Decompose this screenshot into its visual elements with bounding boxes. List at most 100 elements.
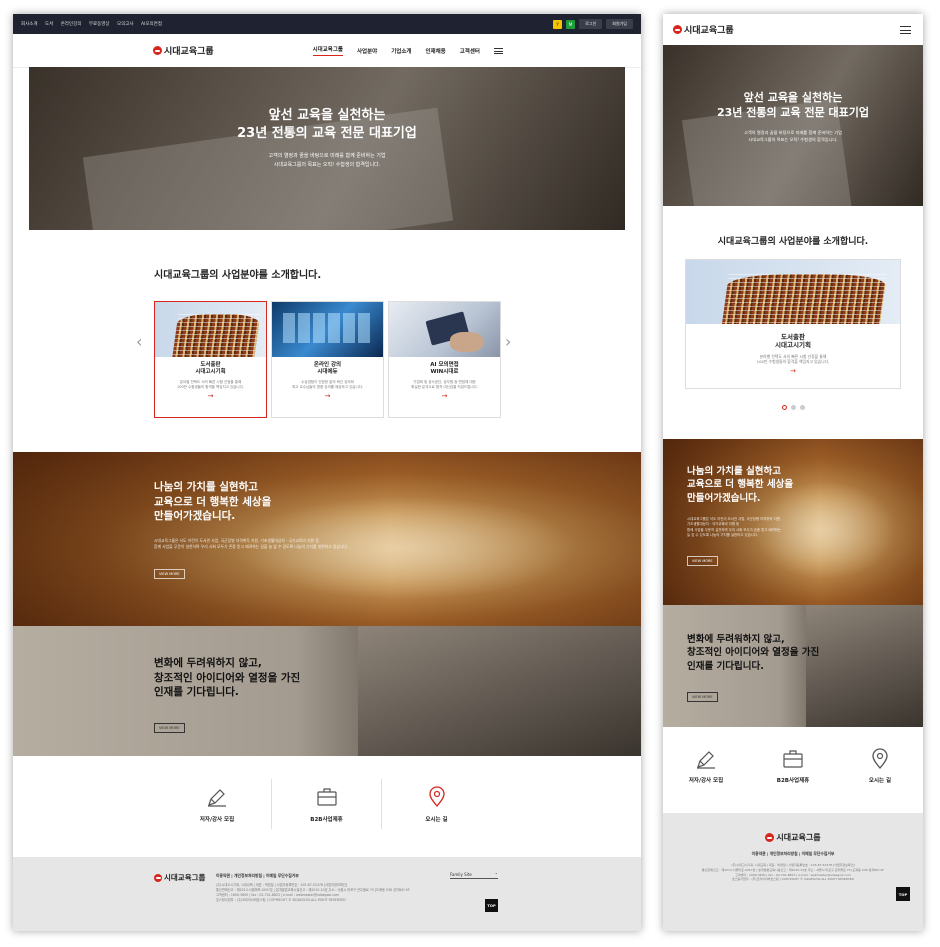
quick-link-label: 오시는 길 [425, 817, 448, 823]
util-link[interactable]: 온라인강의 [61, 22, 82, 27]
sharing-text: 시대교육그룹은 낙도 어린이 도서관 사업, 국군장병 자격취득 지원, 기초생… [154, 538, 349, 550]
card-title: AI 모의면접 [430, 362, 459, 368]
utility-links: 회사소개 도서 온라인강의 무료동영상 모의고사 AI모의면접 [21, 21, 168, 27]
card-desc: 100만 수험생들의 합격을 책임지고 있습니다. [756, 359, 830, 365]
nav-item-group[interactable]: 시대교육그룹 [312, 45, 343, 56]
quick-link-author[interactable]: 저자/강사 모집 [663, 747, 749, 784]
card-subtitle: WIN시대로 [430, 369, 459, 376]
quick-link-author[interactable]: 저자/강사 모집 [163, 779, 272, 829]
footer-info: (주)시대고시기획, 시대교육 | 대표 : 박영일 | 사업자등록번호 : 1… [701, 863, 885, 882]
carousel-dot[interactable] [781, 405, 787, 410]
chevron-up-icon: ⌃ [494, 872, 498, 877]
util-link[interactable]: 무료동영상 [89, 22, 110, 27]
business-section-title: 시대교육그룹의 사업분야를 소개합니다. [154, 270, 322, 281]
logo-text: 시대교육그룹 [164, 47, 214, 57]
header: 시대교육그룹 시대교육그룹 사업분야 기업소개 인재채용 고객센터 [13, 34, 641, 68]
card-title: 도서출판 [200, 362, 221, 368]
business-cards: 도서출판 시대고시기획 분야별 전택도 서의 빠른 시험 선정을 통해 100만 수… [154, 301, 501, 418]
business-section-title: 시대교육그룹의 사업분야를 소개합니다. [717, 237, 869, 247]
util-link[interactable]: 회사소개 [21, 22, 38, 27]
nav-item-business[interactable]: 사업분야 [357, 47, 377, 55]
recruit-section: 변화에 두려워하지 않고, 창조적인 아이디어와 열정을 가진 인재를 기다립니다.… [13, 626, 641, 756]
quick-link-label: B2B사업제휴 [310, 817, 343, 823]
logo-text: 시대교육그룹 [164, 873, 206, 882]
logo[interactable]: 시대교육그룹 [153, 44, 214, 57]
view-more-button[interactable]: VIEW MORE [687, 691, 718, 702]
util-link[interactable]: 도서 [45, 22, 53, 27]
util-link[interactable]: AI모의면접 [141, 22, 162, 27]
quick-link-map[interactable]: 오시는 길 [382, 779, 491, 829]
recruit-heading: 변화에 두려워하지 않고, 창조적인 아이디어와 열정을 가진 인재를 기다립니다. [154, 657, 301, 699]
quick-link-label: 오시는 길 [868, 778, 892, 784]
hero-title: 앞선 교육을 실천하는 23년 전통의 교육 전문 대표기업 [237, 108, 417, 141]
card-desc: 분야별 전택도 서의 빠른 시험 선정을 통해 [179, 380, 242, 385]
arrow-right-icon[interactable]: → [158, 392, 263, 400]
util-link[interactable]: 모의고사 [117, 22, 134, 27]
quick-link-label: 저자/강사 모집 [199, 817, 235, 823]
login-button[interactable]: 로그인 [579, 19, 603, 29]
briefcase-icon [316, 788, 337, 806]
quick-link-label: 저자/강사 모집 [688, 778, 724, 784]
card-desc: 100만 수험생들의 합격을 책임지고 있습니다. [177, 385, 244, 390]
card-desc: 분야별 전택도 서의 빠른 시험 선정을 통해 [759, 353, 827, 359]
business-card[interactable]: 도서출판 시대고시기획 분야별 전택도 서의 빠른 시험 선정을 통해 100만 수… [685, 259, 901, 389]
quick-links: 저자/강사 모집 B2B사업제휴 오시는 길 [163, 779, 491, 829]
carousel-next-arrow-icon[interactable]: › [505, 332, 511, 351]
footer-links[interactable]: 이용약관 | 개인정보처리방침 | 이메일 무단수집거부 [216, 873, 410, 879]
footer-logo[interactable]: 시대교육그룹 [154, 872, 205, 883]
hero-banner: 앞선 교육을 실천하는 23년 전통의 교육 전문 대표기업 고객의 열정과 꿈을… [663, 45, 923, 206]
desktop-preview: 회사소개 도서 온라인강의 무료동영상 모의고사 AI모의면접 Y M 로그인 … [13, 14, 641, 931]
menu-icon[interactable] [494, 47, 503, 54]
pen-icon [208, 789, 226, 807]
view-more-button[interactable]: VIEW MORE [687, 555, 718, 566]
card-title: 온라인 강의 [313, 362, 342, 368]
sharing-heading: 나눔의 가치를 실현하고 교육으로 더 행복한 세상을 만들어가겠습니다. [687, 466, 794, 504]
sharing-section: 나눔의 가치를 실현하고 교육으로 더 행복한 세상을 만들어가겠습니다. 시대교육… [13, 452, 641, 626]
nav-item-support[interactable]: 고객센터 [460, 47, 480, 55]
arrow-right-icon[interactable]: → [689, 367, 897, 375]
quick-link-b2b[interactable]: B2B사업제휴 [272, 779, 382, 829]
sharing-heading: 나눔의 가치를 실현하고 교육으로 더 행복한 세상을 만들어가겠습니다. [154, 481, 272, 523]
menu-icon[interactable] [900, 25, 911, 34]
logo-mark-icon [765, 833, 775, 842]
card-subtitle: 시대고시기획 [775, 341, 811, 350]
logo-mark-icon [154, 873, 162, 882]
nav-item-recruit[interactable]: 인재채용 [426, 47, 446, 55]
card-subtitle: 시대에듀 [317, 369, 338, 376]
family-site-select[interactable]: Family Site ⌃ [450, 872, 498, 879]
family-site-label: Family Site [450, 872, 472, 877]
youtube-button[interactable]: Y [553, 19, 562, 29]
arrow-right-icon[interactable]: → [392, 392, 497, 400]
join-button[interactable]: 회원가입 [606, 19, 633, 29]
carousel-dot[interactable] [799, 405, 805, 410]
arrow-right-icon[interactable]: → [275, 392, 380, 400]
footer: 시대교육그룹 이용약관 | 개인정보처리방침 | 이메일 무단수집거부 (주)시… [663, 813, 923, 931]
logo[interactable]: 시대교육그룹 [673, 23, 734, 36]
quick-link-b2b[interactable]: B2B사업제휴 [749, 747, 837, 784]
quick-link-label: B2B사업제휴 [776, 778, 810, 784]
quick-link-map[interactable]: 오시는 길 [837, 747, 923, 784]
top-button[interactable]: TOP [896, 887, 910, 901]
footer-logo[interactable]: 시대교육그룹 [663, 832, 923, 843]
footer: 시대교육그룹 이용약관 | 개인정보처리방침 | 이메일 무단수집거부 (주)시… [13, 857, 641, 931]
card-subtitle: 시대고시기획 [195, 369, 226, 376]
logo-mark-icon [673, 25, 682, 34]
view-more-button[interactable]: VIEW MORE [154, 723, 185, 734]
top-button[interactable]: TOP [485, 899, 498, 912]
carousel-dots [663, 405, 923, 410]
utility-bar: 회사소개 도서 온라인강의 무료동영상 모의고사 AI모의면접 Y M 로그인 … [13, 14, 641, 34]
map-pin-icon [872, 748, 888, 770]
business-card[interactable]: AI 모의면접 WIN시대로 기업체 및 공사공단, 공무원 등 면접에 대한 확실… [388, 301, 501, 418]
business-card[interactable]: 온라인 강의 시대에듀 수상경험이 인정한 없의 혁신 강의와 최고 교수님들의 명… [271, 301, 384, 418]
card-image [686, 260, 900, 324]
footer-links[interactable]: 이용약관 | 개인정보처리방침 | 이메일 무단수집거부 [663, 851, 923, 857]
carousel-dot[interactable] [790, 405, 796, 410]
carousel-prev-arrow-icon[interactable]: ‹ [136, 332, 142, 351]
blog-button[interactable]: M [565, 19, 576, 29]
view-more-button[interactable]: VIEW MORE [154, 569, 185, 580]
map-pin-icon [428, 786, 445, 808]
card-image [272, 302, 383, 357]
business-card[interactable]: 도서출판 시대고시기획 분야별 전택도 서의 빠른 시험 선정을 통해 100만 수… [154, 301, 267, 418]
card-image [389, 302, 500, 357]
nav-item-company[interactable]: 기업소개 [391, 47, 411, 55]
